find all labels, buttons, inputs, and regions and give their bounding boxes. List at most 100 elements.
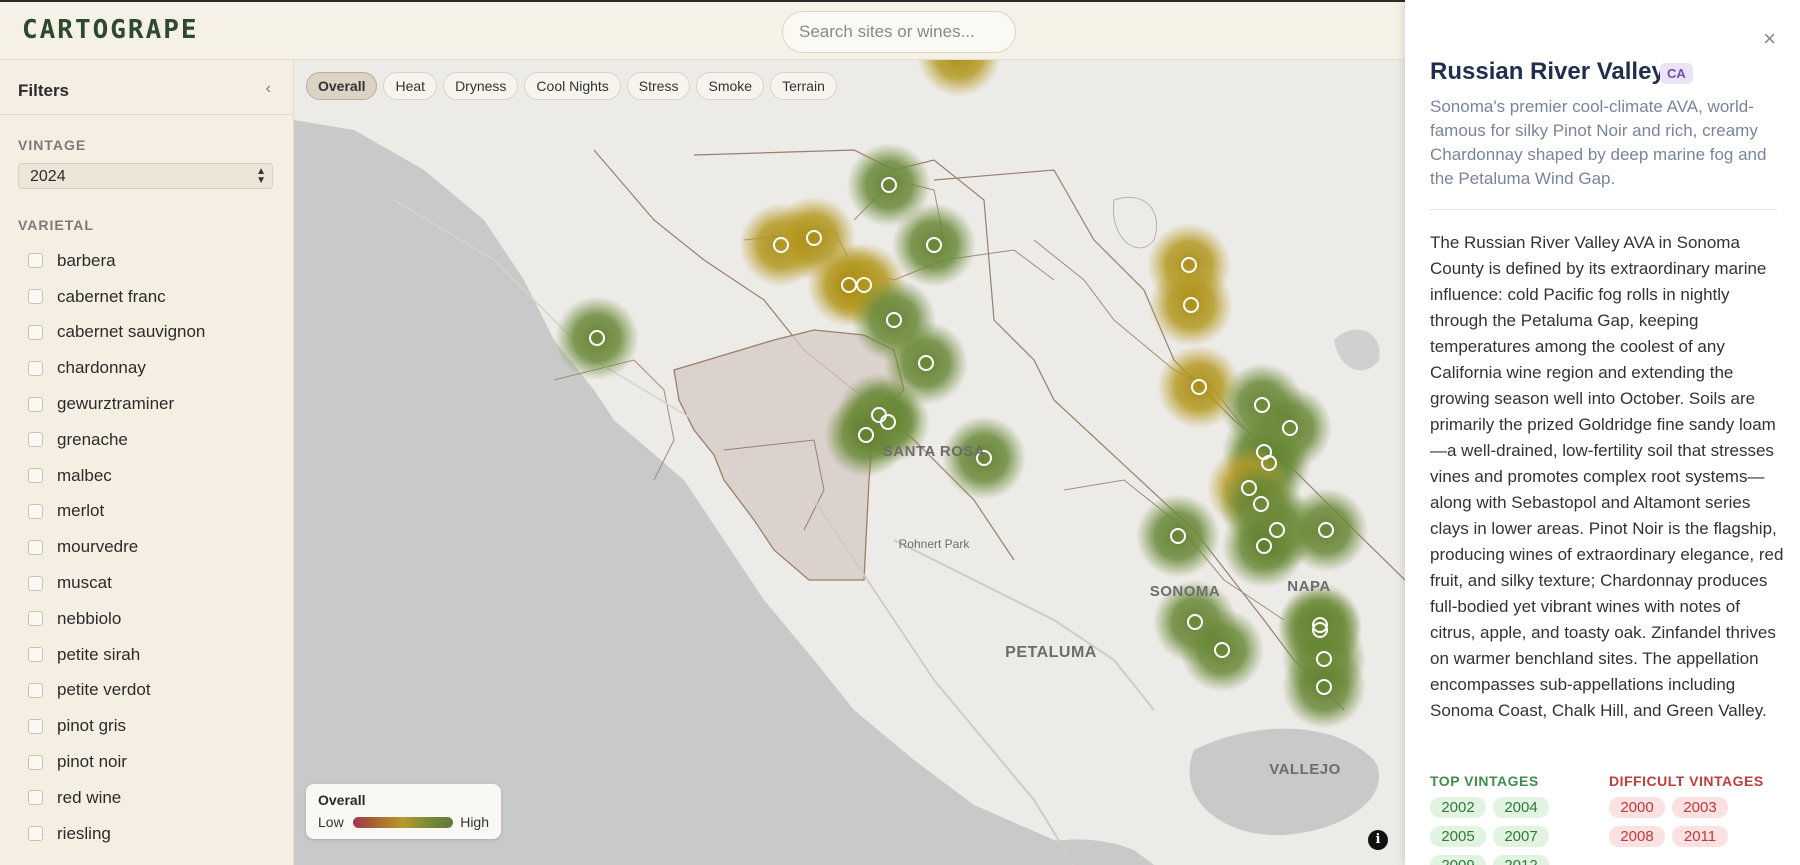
vineyard-heat-blob bbox=[555, 296, 639, 380]
layer-chip[interactable]: Heat bbox=[383, 72, 438, 100]
vintage-select[interactable]: 2024 ▲ ▼ bbox=[18, 163, 273, 189]
place-label: NAPA bbox=[1287, 578, 1330, 595]
varietal-label: merlot bbox=[57, 501, 105, 521]
layer-chip[interactable]: Stress bbox=[626, 72, 691, 100]
difficult-vintage-chip[interactable]: 2000 bbox=[1609, 797, 1665, 818]
varietal-checkbox[interactable] bbox=[28, 253, 43, 269]
varietal-label: pinot noir bbox=[57, 752, 127, 772]
varietal-label: cabernet franc bbox=[57, 286, 166, 306]
select-arrows-icon: ▲ ▼ bbox=[256, 166, 266, 186]
varietal-checkbox[interactable] bbox=[28, 324, 43, 340]
legend-gradient bbox=[353, 817, 453, 828]
varietal-item[interactable]: riesling bbox=[0, 816, 293, 852]
varietal-label: red wine bbox=[57, 787, 122, 807]
varietal-checkbox[interactable] bbox=[28, 539, 43, 555]
top-vintage-chip[interactable]: 2009 bbox=[1430, 855, 1486, 865]
region-detail-panel: × Russian River Valley CA Sonoma's premi… bbox=[1405, 0, 1800, 865]
varietal-list: barbera cabernet franc cabernet sauvignon c… bbox=[0, 243, 293, 852]
difficult-vintage-chip[interactable]: 2011 bbox=[1672, 826, 1728, 847]
varietal-label: chardonnay bbox=[57, 358, 146, 378]
varietal-item[interactable]: petite verdot bbox=[0, 673, 293, 709]
top-bar: CARTOGRAPE bbox=[0, 0, 1405, 60]
varietal-checkbox[interactable] bbox=[28, 503, 43, 519]
varietal-item[interactable]: pinot noir bbox=[0, 744, 293, 780]
top-vintage-chip[interactable]: 2004 bbox=[1493, 797, 1549, 818]
map-canvas[interactable]: SANTA ROSA Rohnert Park SONOMA NAPA PETALUMA… bbox=[294, 60, 1405, 865]
varietal-item[interactable]: muscat bbox=[0, 565, 293, 601]
varietal-checkbox[interactable] bbox=[28, 289, 43, 305]
varietal-item[interactable]: malbec bbox=[0, 458, 293, 494]
varietal-item[interactable]: red wine bbox=[0, 780, 293, 816]
top-vintage-chip[interactable]: 2012 bbox=[1493, 855, 1549, 865]
varietal-checkbox[interactable] bbox=[28, 611, 43, 627]
varietal-checkbox[interactable] bbox=[28, 468, 43, 484]
difficult-vintage-chip[interactable]: 2008 bbox=[1609, 826, 1665, 847]
top-vintage-chip[interactable]: 2005 bbox=[1430, 826, 1486, 847]
layer-chip[interactable]: Smoke bbox=[696, 72, 765, 100]
close-icon[interactable]: × bbox=[1763, 26, 1776, 52]
varietal-label: pinot gris bbox=[57, 716, 126, 736]
varietal-label: grenache bbox=[57, 429, 128, 449]
varietal-checkbox[interactable] bbox=[28, 647, 43, 663]
place-label: SANTA ROSA bbox=[883, 443, 986, 460]
varietal-item[interactable]: pinot gris bbox=[0, 708, 293, 744]
varietal-label: VARIETAL bbox=[18, 217, 94, 233]
varietal-checkbox[interactable] bbox=[28, 790, 43, 806]
layer-chip[interactable]: Cool Nights bbox=[524, 72, 621, 100]
state-badge: CA bbox=[1660, 63, 1693, 84]
varietal-checkbox[interactable] bbox=[28, 432, 43, 448]
varietal-checkbox[interactable] bbox=[28, 718, 43, 734]
varietal-checkbox[interactable] bbox=[28, 826, 43, 842]
varietal-item[interactable]: grenache bbox=[0, 422, 293, 458]
varietal-item[interactable]: nebbiolo bbox=[0, 601, 293, 637]
layer-chip[interactable]: Overall bbox=[306, 72, 378, 100]
varietal-item[interactable]: mourvedre bbox=[0, 529, 293, 565]
vineyard-heat-blob bbox=[1180, 608, 1264, 692]
divider bbox=[1430, 209, 1777, 210]
varietal-label: malbec bbox=[57, 465, 112, 485]
varietal-label: petite sirah bbox=[57, 644, 141, 664]
varietal-item[interactable]: barbera bbox=[0, 243, 293, 279]
varietal-item[interactable]: cabernet sauvignon bbox=[0, 315, 293, 351]
legend-high-label: High bbox=[460, 814, 489, 830]
app-logo[interactable]: CARTOGRAPE bbox=[22, 15, 199, 45]
vineyard-heat-blob bbox=[824, 393, 908, 477]
filters-title: Filters bbox=[18, 81, 70, 100]
layer-chip[interactable]: Dryness bbox=[443, 72, 519, 100]
varietal-label: nebbiolo bbox=[57, 608, 122, 628]
filters-sidebar: Filters ‹ VINTAGE 2024 ▲ ▼ VARIETAL barbe… bbox=[0, 60, 294, 865]
varietal-item[interactable]: merlot bbox=[0, 494, 293, 530]
varietal-item[interactable]: chardonnay bbox=[0, 350, 293, 386]
map-view[interactable]: SANTA ROSA Rohnert Park SONOMA NAPA PETALUMA… bbox=[294, 60, 1405, 865]
varietal-checkbox[interactable] bbox=[28, 754, 43, 770]
varietal-item[interactable]: cabernet franc bbox=[0, 279, 293, 315]
varietal-label: barbera bbox=[57, 250, 116, 270]
varietal-checkbox[interactable] bbox=[28, 575, 43, 591]
varietal-label: gewurztraminer bbox=[57, 394, 175, 414]
search-input[interactable] bbox=[782, 11, 1016, 53]
top-vintages-list: 2002 2004 2005 2007 2009 2012 bbox=[1430, 797, 1556, 865]
varietal-label: cabernet sauvignon bbox=[57, 322, 206, 342]
legend-low-label: Low bbox=[318, 814, 344, 830]
place-label: SONOMA bbox=[1150, 583, 1221, 600]
vineyard-heat-blob bbox=[1284, 488, 1368, 572]
varietal-label: muscat bbox=[57, 573, 112, 593]
top-vintage-chip[interactable]: 2007 bbox=[1493, 826, 1549, 847]
top-vintage-chip[interactable]: 2002 bbox=[1430, 797, 1486, 818]
difficult-vintages-label: DIFFICULT VINTAGES bbox=[1609, 773, 1764, 789]
place-label: VALLEJO bbox=[1269, 761, 1341, 778]
info-icon[interactable]: i bbox=[1368, 830, 1388, 850]
varietal-item[interactable]: petite sirah bbox=[0, 637, 293, 673]
legend-title: Overall bbox=[318, 792, 366, 808]
varietal-checkbox[interactable] bbox=[28, 396, 43, 412]
chevron-left-icon[interactable]: ‹ bbox=[266, 80, 271, 98]
vineyard-heat-blob bbox=[1136, 494, 1220, 578]
varietal-label: riesling bbox=[57, 823, 111, 843]
varietal-item[interactable]: gewurztraminer bbox=[0, 386, 293, 422]
varietal-checkbox[interactable] bbox=[28, 682, 43, 698]
region-subtitle: Sonoma's premier cool-climate AVA, world… bbox=[1430, 97, 1767, 188]
vineyard-heat-blob bbox=[1282, 645, 1366, 729]
difficult-vintage-chip[interactable]: 2003 bbox=[1672, 797, 1728, 818]
layer-chip[interactable]: Terrain bbox=[770, 72, 837, 100]
varietal-checkbox[interactable] bbox=[28, 360, 43, 376]
